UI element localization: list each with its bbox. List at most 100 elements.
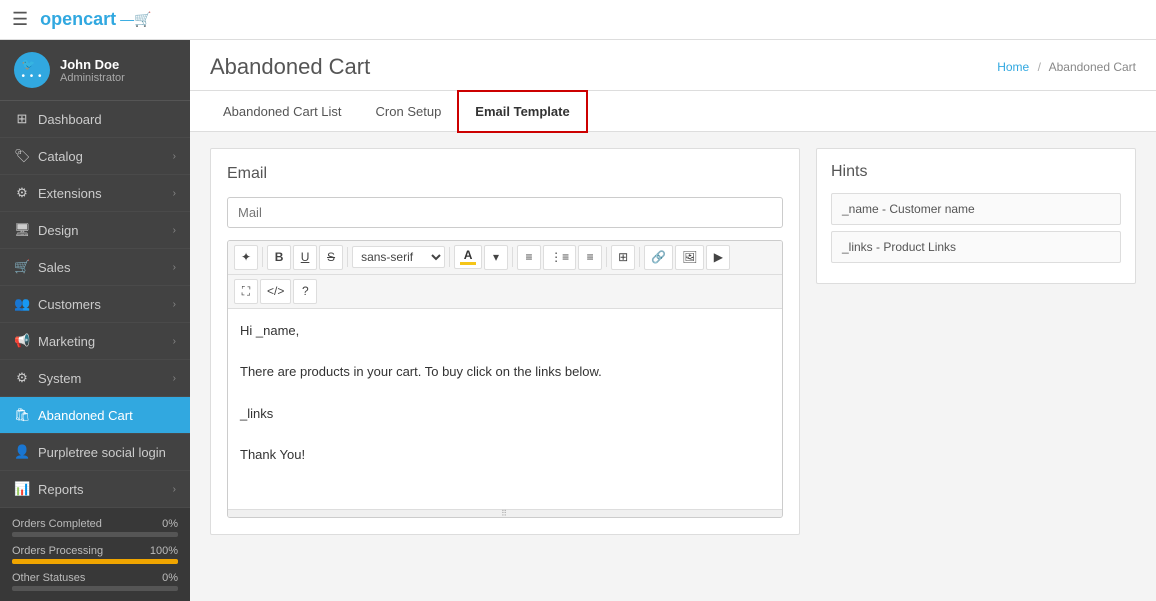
sidebar-item-extensions[interactable]: ⚙ Extensions ›	[0, 175, 190, 212]
editor-body[interactable]: Hi _name, There are products in your car…	[228, 309, 782, 509]
editor-line: Hi _name,	[240, 321, 770, 342]
sidebar-label-dashboard: Dashboard	[38, 112, 102, 127]
stat-label: Orders Processing	[12, 545, 103, 557]
sidebar-icon-customers: 👥	[14, 296, 30, 312]
stat-label: Other Statuses	[12, 572, 85, 584]
sidebar-item-dashboard[interactable]: ⊞ Dashboard	[0, 101, 190, 138]
font-family-select[interactable]: sans-serif serif monospace	[352, 246, 445, 268]
menu-icon[interactable]: ☰	[12, 9, 28, 30]
sidebar-icon-abandoned-cart: 🛍	[14, 407, 30, 423]
sidebar-item-catalog[interactable]: 🏷 Catalog ›	[0, 138, 190, 175]
sidebar-item-customers[interactable]: 👥 Customers ›	[0, 286, 190, 323]
stat-bar-fill	[12, 559, 178, 564]
editor-line	[240, 383, 770, 404]
sidebar-item-left-system: ⚙ System	[14, 370, 81, 386]
topbar: ☰ opencart —🛒	[0, 0, 1156, 40]
breadcrumb-sep: /	[1038, 60, 1041, 74]
sidebar-icon-reports: 📊	[14, 481, 30, 497]
arrow-icon-reports: ›	[173, 484, 176, 495]
sidebar-item-left-marketing: 📢 Marketing	[14, 333, 95, 349]
toolbar-divider-5	[606, 247, 607, 267]
toolbar-divider-2	[347, 247, 348, 267]
fullscreen-button[interactable]: ⛶	[234, 279, 258, 304]
unordered-list-button[interactable]: ≡	[517, 245, 541, 270]
editor-line: _links	[240, 404, 770, 425]
editor-container: ✦ B U S sans-serif serif monospace	[227, 240, 783, 518]
editor-line	[240, 425, 770, 446]
avatar-initials: 🐦	[21, 58, 42, 71]
table-button[interactable]: ⊞	[611, 245, 635, 270]
stat-bar-bg	[12, 532, 178, 537]
sidebar-item-left-abandoned-cart: 🛍 Abandoned Cart	[14, 407, 133, 423]
stat-value: 100%	[150, 545, 178, 557]
breadcrumb: Home / Abandoned Cart	[997, 60, 1136, 74]
ordered-list-button[interactable]: ⋮≡	[543, 245, 576, 270]
stat-label-row: Orders Completed 0%	[12, 518, 178, 530]
color-bar	[460, 262, 476, 265]
sidebar-item-system[interactable]: ⚙ System ›	[0, 360, 190, 397]
sidebar-item-purpletree[interactable]: 👤 Purpletree social login	[0, 434, 190, 471]
hint-item: _links - Product Links	[831, 231, 1121, 263]
layout: 🐦 • • • John Doe Administrator ⊞ Dashboa…	[0, 40, 1156, 601]
sidebar-icon-design: 🖥	[14, 222, 30, 238]
source-button[interactable]: </>	[260, 279, 291, 304]
sidebar-label-customers: Customers	[38, 297, 101, 312]
stat-bar-bg	[12, 586, 178, 591]
sidebar-stats: Orders Completed 0% Orders Processing 10…	[0, 508, 190, 601]
sidebar-item-left-purpletree: 👤 Purpletree social login	[14, 444, 166, 460]
stat-row: Orders Processing 100%	[12, 545, 178, 564]
toolbar-divider-6	[639, 247, 640, 267]
sidebar-label-purpletree: Purpletree social login	[38, 445, 166, 460]
help-button[interactable]: ?	[293, 279, 317, 304]
editor-resize-handle[interactable]: ⠿	[228, 509, 782, 517]
arrow-icon-marketing: ›	[173, 336, 176, 347]
sidebar-item-left-reports: 📊 Reports	[14, 481, 84, 497]
bold-button[interactable]: B	[267, 245, 291, 270]
link-button[interactable]: 🔗	[644, 245, 673, 270]
underline-button[interactable]: U	[293, 245, 317, 270]
magic-button[interactable]: ✦	[234, 245, 258, 270]
stat-label-row: Other Statuses 0%	[12, 572, 178, 584]
avatar-dots: • • •	[21, 71, 42, 82]
stat-bar-bg	[12, 559, 178, 564]
font-color-button[interactable]: A	[454, 245, 482, 269]
sidebar-label-sales: Sales	[38, 260, 71, 275]
strikethrough-button[interactable]: S	[319, 245, 343, 270]
arrow-icon-system: ›	[173, 373, 176, 384]
sidebar-item-sales[interactable]: 🛒 Sales ›	[0, 249, 190, 286]
media-button[interactable]: ▶	[706, 245, 730, 270]
image-button[interactable]: 🖼	[675, 245, 704, 270]
editor-toolbar-row2: ⛶ </> ?	[228, 275, 782, 309]
tab-cron[interactable]: Cron Setup	[359, 91, 459, 132]
align-button[interactable]: ≡	[578, 245, 602, 270]
sidebar-icon-marketing: 📢	[14, 333, 30, 349]
stat-label-row: Orders Processing 100%	[12, 545, 178, 557]
color-letter: A	[464, 249, 473, 261]
sidebar-label-design: Design	[38, 223, 78, 238]
content-panels: Email Mail ✦ B U S sans-serif serif	[190, 132, 1156, 601]
stat-value: 0%	[162, 518, 178, 530]
color-arrow-button[interactable]: ▾	[484, 245, 508, 270]
user-info: John Doe Administrator	[60, 57, 125, 84]
sidebar-item-reports[interactable]: 📊 Reports ›	[0, 471, 190, 508]
sidebar-item-abandoned-cart[interactable]: 🛍 Abandoned Cart	[0, 397, 190, 434]
sidebar-icon-dashboard: ⊞	[14, 111, 30, 127]
hints-title: Hints	[831, 163, 1121, 181]
cart-logo-icon: —🛒	[120, 11, 151, 28]
sidebar-item-left-design: 🖥 Design	[14, 222, 78, 238]
sidebar-icon-sales: 🛒	[14, 259, 30, 275]
tab-email[interactable]: Email Template	[458, 91, 586, 132]
sidebar-item-design[interactable]: 🖥 Design ›	[0, 212, 190, 249]
editor-line: There are products in your cart. To buy …	[240, 362, 770, 383]
email-subject-input[interactable]: Mail	[227, 197, 783, 228]
arrow-icon-catalog: ›	[173, 151, 176, 162]
toolbar-divider-4	[512, 247, 513, 267]
sidebar-icon-system: ⚙	[14, 370, 30, 386]
email-panel: Email Mail ✦ B U S sans-serif serif	[210, 148, 800, 535]
sidebar-item-marketing[interactable]: 📢 Marketing ›	[0, 323, 190, 360]
editor-line	[240, 341, 770, 362]
sidebar-item-left-extensions: ⚙ Extensions	[14, 185, 102, 201]
sidebar-label-extensions: Extensions	[38, 186, 102, 201]
breadcrumb-home[interactable]: Home	[997, 60, 1029, 74]
tab-list[interactable]: Abandoned Cart List	[206, 91, 359, 132]
